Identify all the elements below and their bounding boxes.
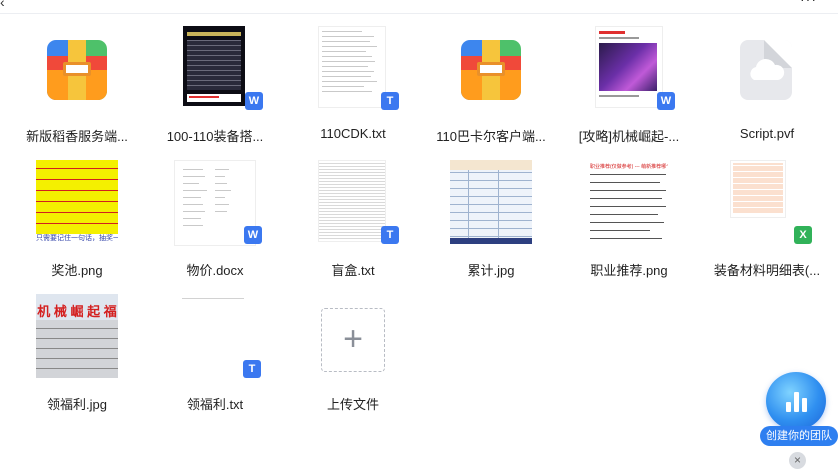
file-thumbnail xyxy=(595,26,663,108)
close-icon[interactable]: × xyxy=(789,452,806,469)
file-tile[interactable]: T 盲盒.txt xyxy=(288,156,418,284)
generic-file-icon xyxy=(740,40,792,100)
text-file-icon: T xyxy=(243,360,261,378)
file-tile[interactable]: W [攻略]机械崛起-... xyxy=(564,22,694,150)
word-doc-icon: W xyxy=(244,226,262,244)
file-name: 领福利.jpg xyxy=(47,397,107,412)
file-tile[interactable]: T 110CDK.txt xyxy=(288,22,418,150)
thumb-caption: 职业推荐(仅做参考) --- 萌新推荐哪个 xyxy=(590,164,668,170)
file-tile[interactable]: 110巴卡尔客户端... xyxy=(426,22,556,150)
upload-tile[interactable]: + 上传文件 xyxy=(288,290,418,418)
excel-file-icon: X xyxy=(794,226,812,244)
file-tile[interactable]: 累计.jpg xyxy=(426,156,556,284)
file-name: 盲盒.txt xyxy=(331,263,375,278)
file-thumbnail xyxy=(730,160,786,218)
create-team-widget[interactable]: 创建你的团队 × xyxy=(752,368,838,475)
file-tile[interactable]: 机 械 崛 起 福 领福利.jpg xyxy=(12,290,142,418)
file-name: 100-110装备搭... xyxy=(166,129,264,144)
file-name: 累计.jpg xyxy=(467,263,515,278)
file-name: 物价.docx xyxy=(186,263,244,278)
file-grid: 新版稻香服务端... W 100-110装备搭... T 110CDK.txt … xyxy=(0,0,838,475)
archive-icon xyxy=(461,40,521,100)
file-tile[interactable]: W 物价.docx xyxy=(150,156,280,284)
file-tile[interactable]: X 装备材料明细表(... xyxy=(702,156,832,284)
file-thumbnail: 只需要记住一句话，抽奖一回就 xyxy=(36,160,118,244)
file-name: 110CDK.txt xyxy=(320,126,386,141)
file-name: [攻略]机械崛起-... xyxy=(578,129,680,144)
file-tile[interactable]: Script.pvf xyxy=(702,22,832,150)
create-team-button[interactable]: 创建你的团队 xyxy=(760,426,838,446)
file-name: Script.pvf xyxy=(739,126,795,141)
file-tile[interactable]: T 领福利.txt xyxy=(150,290,280,418)
upload-plus-icon[interactable]: + xyxy=(321,308,385,372)
upload-label: 上传文件 xyxy=(326,397,379,412)
bar-chart-icon xyxy=(786,390,808,412)
file-thumbnail xyxy=(450,160,532,244)
file-thumbnail: 机 械 崛 起 福 xyxy=(36,294,118,378)
file-tile[interactable]: 只需要记住一句话，抽奖一回就 奖池.png xyxy=(12,156,142,284)
file-thumbnail xyxy=(180,294,246,374)
archive-icon xyxy=(47,40,107,100)
text-file-icon: T xyxy=(381,226,399,244)
thumb-caption: 机 械 崛 起 福 xyxy=(37,304,117,319)
file-thumbnail xyxy=(318,26,386,108)
cloud-icon xyxy=(750,58,785,80)
file-name: 奖池.png xyxy=(51,263,103,278)
file-tile[interactable]: W 100-110装备搭... xyxy=(150,22,280,150)
word-doc-icon: W xyxy=(245,92,263,110)
file-name: 装备材料明细表(... xyxy=(713,263,821,278)
file-thumbnail xyxy=(318,160,386,242)
file-tile[interactable]: 新版稻香服务端... xyxy=(12,22,142,150)
thumb-caption: 只需要记住一句话，抽奖一回就 xyxy=(36,234,118,244)
word-doc-icon: W xyxy=(657,92,675,110)
file-name: 领福利.txt xyxy=(186,397,244,412)
file-tile[interactable]: 职业推荐(仅做参考) --- 萌新推荐哪个 职业推荐.png xyxy=(564,156,694,284)
file-name: 110巴卡尔客户端... xyxy=(436,129,546,144)
text-file-icon: T xyxy=(381,92,399,110)
file-name: 职业推荐.png xyxy=(590,263,668,278)
file-name: 新版稻香服务端... xyxy=(26,129,128,144)
file-thumbnail xyxy=(183,26,245,106)
file-thumbnail: 职业推荐(仅做参考) --- 萌新推荐哪个 xyxy=(588,160,670,244)
